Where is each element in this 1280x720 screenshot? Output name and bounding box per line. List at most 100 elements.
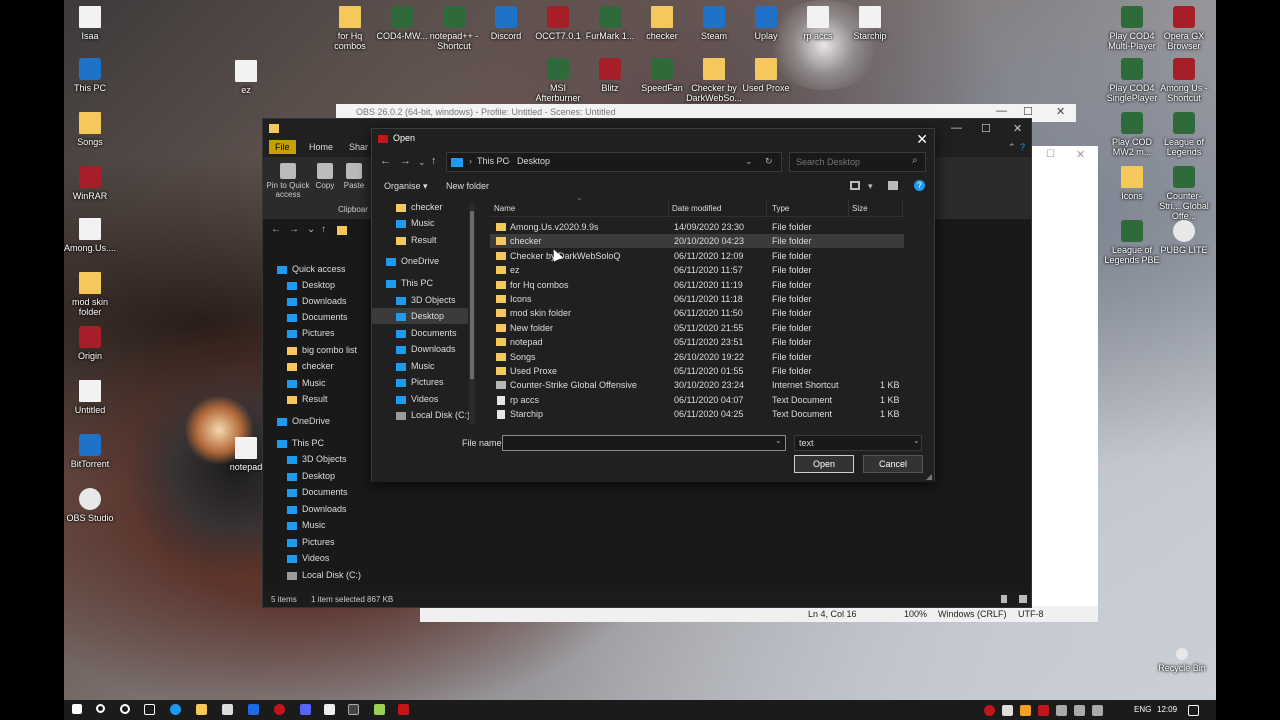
desktop-icon-icons[interactable]: Icons (1104, 166, 1160, 201)
nav-item-local-disk-c[interactable]: Local Disk (C:) (263, 567, 369, 583)
dialog-titlebar[interactable]: Open ✕ (372, 129, 934, 149)
minimize-icon[interactable]: — (996, 105, 1007, 117)
maximize-icon[interactable]: ☐ (1023, 105, 1033, 118)
nav-item-downloads[interactable]: Downloads (263, 501, 369, 517)
address-bar[interactable]: › This PC › Desktop ⌄ ↻ (446, 152, 782, 172)
desktop-icon-untitled[interactable]: Untitled (64, 380, 118, 415)
view-options-icon[interactable] (850, 181, 860, 190)
dialog-nav-item-local-disk-c[interactable]: Local Disk (C:) (372, 407, 470, 423)
organise-button[interactable]: Organise ▾ (384, 181, 428, 192)
back-arrow-icon[interactable]: ← (271, 224, 281, 235)
dialog-nav-item-desktop[interactable]: Desktop (372, 308, 468, 324)
desktop-icon-blitz[interactable]: Blitz (582, 58, 638, 93)
paste-button[interactable]: Paste (341, 163, 367, 190)
desktop-icon-uplay[interactable]: Uplay (738, 6, 794, 41)
desktop-icon-checker[interactable]: checker (634, 6, 690, 41)
network-icon[interactable] (1056, 705, 1067, 716)
desktop-icon-speedfan[interactable]: SpeedFan (634, 58, 690, 93)
desktop-icon-bittorrent[interactable]: BitTorrent (64, 434, 118, 469)
desktop-icon-notepad-shortcut[interactable]: notepad++ - Shortcut (426, 6, 482, 51)
desktop-icon-obs-studio[interactable]: OBS Studio (64, 488, 118, 523)
notepad-icon[interactable] (374, 704, 385, 715)
desktop-icon-steam[interactable]: Steam (686, 6, 742, 41)
desktop-icon-starchip[interactable]: Starchip (842, 6, 898, 41)
nav-item-quick-access[interactable]: Quick access (263, 261, 369, 277)
notepad-window[interactable]: ☐ ✕ (1032, 146, 1098, 622)
desktop-icon-occt7-0-1[interactable]: OCCT7.0.1 (530, 6, 586, 41)
desktop-icon-league-of-legends-pbe[interactable]: League of Legends PBE (1104, 220, 1160, 265)
back-arrow-icon[interactable]: ← (380, 155, 391, 167)
desktop-icon-among-us-shortcut[interactable]: Among Us - Shortcut (1156, 58, 1212, 103)
file-type-select[interactable]: text (794, 435, 922, 451)
close-icon[interactable]: ✕ (1056, 105, 1065, 118)
pin-quick-access-button[interactable]: Pin to Quick access (265, 163, 311, 199)
file-row[interactable]: Songs 26/10/2020 19:22 File folder (490, 350, 904, 364)
nav-item-pictures[interactable]: Pictures (263, 534, 369, 550)
nav-item-this-pc[interactable]: This PC (263, 435, 369, 451)
desktop-icon-discord[interactable]: Discord (478, 6, 534, 41)
file-row[interactable]: Icons 06/11/2020 11:18 File folder (490, 292, 904, 306)
file-row[interactable]: mod skin folder 06/11/2020 11:50 File fold… (490, 306, 904, 320)
nav-item-desktop[interactable]: Desktop (263, 468, 369, 484)
close-icon[interactable]: ✕ (1013, 122, 1022, 135)
desktop-icon-counter-stri-global-offe[interactable]: Counter-Stri... Global Offe... (1156, 166, 1212, 221)
dialog-nav-item-3d-objects[interactable]: 3D Objects (372, 292, 468, 308)
maximize-icon[interactable]: ☐ (981, 122, 991, 135)
chevron-down-icon[interactable]: ⌄ (307, 224, 315, 235)
help-icon[interactable]: ? (914, 180, 925, 191)
dialog-nav-item-this-pc[interactable]: This PC (372, 275, 468, 291)
task-view-icon[interactable] (144, 704, 155, 715)
desktop-icon-furmark-1[interactable]: FurMark 1... (582, 6, 638, 41)
desktop-icon-mod-skin-folder[interactable]: mod skin folder (64, 272, 118, 317)
dialog-nav-item-downloads[interactable]: Downloads (372, 341, 468, 357)
nav-item-videos[interactable]: Videos (263, 550, 369, 566)
clock[interactable]: 12:09 (1157, 705, 1177, 714)
column-divider[interactable] (668, 199, 669, 217)
column-divider[interactable] (848, 199, 849, 217)
desktop-icon-checker-by-darkwebso[interactable]: Checker by DarkWebSo... (686, 58, 742, 103)
file-row[interactable]: Starchip 06/11/2020 04:25 Text Document 1 K… (490, 407, 904, 421)
dialog-nav-item-videos[interactable]: Videos (372, 391, 468, 407)
obs-icon[interactable] (324, 704, 335, 715)
chevron-down-icon[interactable]: ⌄ (745, 156, 753, 167)
nav-item-checker[interactable]: checker (263, 358, 369, 374)
windows-start-icon[interactable] (72, 704, 82, 714)
desktop-icon-among-us[interactable]: Among.Us.... (64, 218, 118, 253)
nav-item-documents[interactable]: Documents (263, 484, 369, 500)
cancel-button[interactable]: Cancel (863, 455, 923, 473)
column-divider[interactable] (902, 199, 903, 217)
maximize-icon[interactable]: ☐ (1046, 149, 1055, 160)
chevron-down-icon[interactable]: ⌄ (775, 436, 782, 445)
desktop-icon-league-of-legends[interactable]: League of Legends (1156, 112, 1212, 157)
nav-item-onedrive[interactable]: OneDrive (263, 413, 369, 429)
copy-button[interactable]: Copy (313, 163, 337, 190)
desktop-icon-origin[interactable]: Origin (64, 326, 118, 361)
tray-app-icon[interactable] (984, 705, 995, 716)
scrollbar-thumb[interactable] (470, 211, 474, 379)
discord-icon[interactable] (300, 704, 311, 715)
tray-app-icon[interactable] (1038, 705, 1049, 716)
file-row[interactable]: New folder 05/11/2020 21:55 File folder (490, 321, 904, 335)
forward-arrow-icon[interactable]: → (289, 224, 299, 235)
nav-item-pictures[interactable]: Pictures (263, 325, 369, 341)
nav-item-result[interactable]: Result (263, 391, 369, 407)
close-icon[interactable]: ✕ (1076, 148, 1085, 161)
column-divider[interactable] (766, 199, 767, 217)
dialog-nav-item-onedrive[interactable]: OneDrive (372, 253, 468, 269)
forward-arrow-icon[interactable]: → (400, 155, 411, 167)
opera-icon[interactable] (274, 704, 285, 715)
file-name-input[interactable] (502, 435, 786, 451)
up-arrow-icon[interactable]: ↑ (321, 224, 326, 235)
desktop-icon-ez[interactable]: ez (218, 60, 274, 95)
dialog-nav-item-result[interactable]: Result (372, 232, 468, 248)
tray-app-icon[interactable] (1002, 705, 1013, 716)
desktop-icon-isaa[interactable]: Isaa (64, 6, 118, 41)
chevron-down-icon[interactable]: ⌄ (418, 157, 426, 168)
file-row[interactable]: Counter-Strike Global Offensive 30/10/202… (490, 378, 904, 392)
dialog-nav-item-checker[interactable]: checker (372, 199, 468, 215)
file-explorer-icon[interactable] (196, 704, 207, 715)
minimize-icon[interactable]: — (951, 122, 962, 134)
desktop-icon-cod4-mw[interactable]: COD4-MW... (374, 6, 430, 41)
tab-home[interactable]: Home (309, 142, 333, 152)
cortana-icon[interactable] (120, 704, 130, 714)
